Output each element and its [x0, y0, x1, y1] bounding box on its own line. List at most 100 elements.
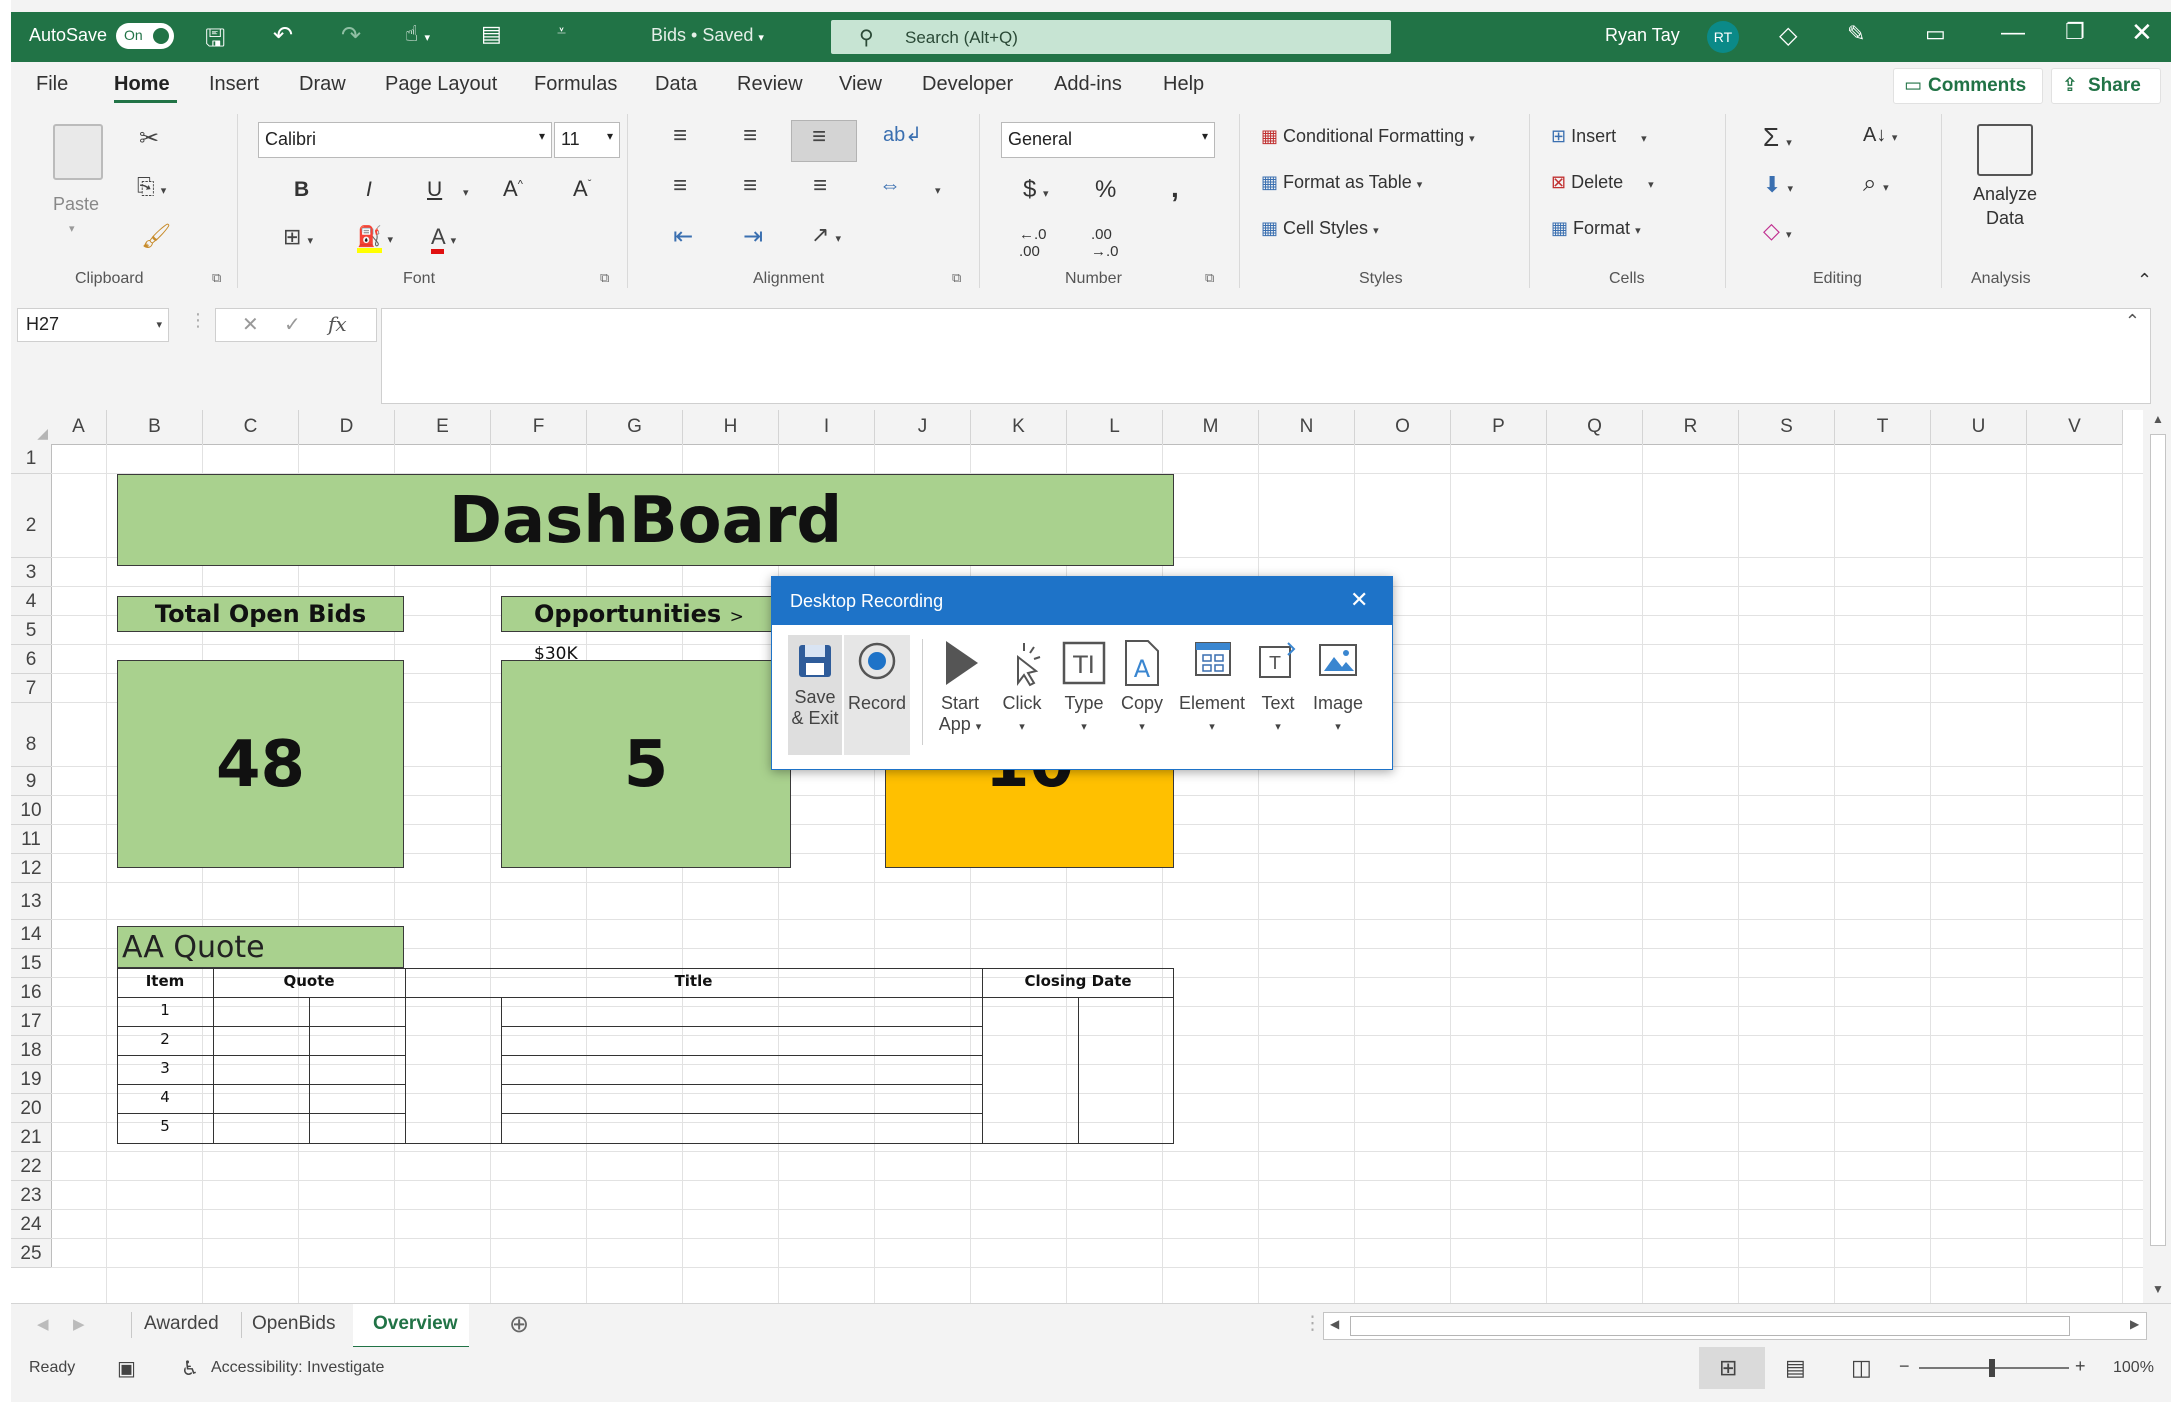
- image-button[interactable]: Image ▾: [1308, 635, 1368, 755]
- customize-qat-icon[interactable]: ⩡: [557, 23, 566, 41]
- paste-dropdown-icon[interactable]: ▾: [69, 222, 75, 235]
- table-row-item[interactable]: 1: [117, 1001, 213, 1019]
- percent-icon[interactable]: %: [1095, 176, 1116, 204]
- format-cells-button[interactable]: ▦ Format ▾: [1551, 218, 1641, 239]
- table-header-title[interactable]: Title: [405, 972, 982, 990]
- row-header-7[interactable]: 7: [11, 674, 52, 703]
- insert-function-icon[interactable]: fx: [328, 312, 347, 336]
- italic-button[interactable]: I: [366, 178, 372, 202]
- minimize-icon[interactable]: —: [2001, 19, 2025, 47]
- start-app-button[interactable]: Start App ▾: [930, 635, 990, 755]
- copy-button[interactable]: A Copy ▾: [1112, 635, 1172, 755]
- column-header-u[interactable]: U: [1931, 410, 2027, 445]
- menu-add-ins[interactable]: Add-ins: [1054, 73, 1122, 96]
- form-icon[interactable]: ▤: [481, 21, 502, 47]
- row-header-22[interactable]: 22: [11, 1152, 52, 1181]
- row-header-10[interactable]: 10: [11, 796, 52, 825]
- expand-formula-icon[interactable]: ⌃: [2125, 311, 2140, 332]
- comma-style-icon[interactable]: ,: [1171, 172, 1179, 204]
- paste-icon[interactable]: [53, 124, 103, 180]
- zoom-level[interactable]: 100%: [2113, 1359, 2154, 1377]
- restore-icon[interactable]: ❐: [2065, 19, 2085, 45]
- row-header-24[interactable]: 24: [11, 1210, 52, 1239]
- column-header-d[interactable]: D: [299, 410, 395, 445]
- fill-icon[interactable]: ⬇ ▾: [1763, 172, 1793, 198]
- avatar[interactable]: RT: [1707, 21, 1739, 53]
- merge-dropdown-icon[interactable]: ▾: [935, 184, 941, 197]
- menu-help[interactable]: Help: [1163, 73, 1204, 96]
- increase-decimal-icon[interactable]: ←.0.00: [1019, 226, 1047, 260]
- menu-draw[interactable]: Draw: [299, 73, 346, 96]
- menu-file[interactable]: File: [36, 73, 68, 96]
- align-center-icon[interactable]: ≡: [743, 172, 757, 200]
- autosave-toggle[interactable]: On: [116, 23, 174, 49]
- column-header-l[interactable]: L: [1067, 410, 1163, 445]
- column-header-j[interactable]: J: [875, 410, 971, 445]
- table-row-item[interactable]: 5: [117, 1117, 213, 1135]
- column-header-p[interactable]: P: [1451, 410, 1547, 445]
- wrap-text-icon[interactable]: ab↲: [883, 122, 922, 147]
- column-header-k[interactable]: K: [971, 410, 1067, 445]
- orientation-icon[interactable]: ↗ ▾: [811, 222, 841, 248]
- touch-mode-icon[interactable]: ☝ ▾: [405, 21, 430, 47]
- column-header-i[interactable]: I: [779, 410, 875, 445]
- vertical-scroll-thumb[interactable]: [2150, 434, 2166, 1246]
- column-header-r[interactable]: R: [1643, 410, 1739, 445]
- shrink-font-icon[interactable]: Aˇ: [573, 176, 591, 202]
- sort-filter-icon[interactable]: A↓ ▾: [1863, 124, 1897, 147]
- horizontal-scroll-thumb[interactable]: [1350, 1316, 2070, 1336]
- page-layout-view-icon[interactable]: ▤: [1785, 1355, 1806, 1381]
- column-header-n[interactable]: N: [1259, 410, 1355, 445]
- accessibility-status[interactable]: Accessibility: Investigate: [211, 1359, 384, 1377]
- column-header-v[interactable]: V: [2027, 410, 2123, 445]
- conditional-formatting-button[interactable]: ▦ Conditional Formatting ▾: [1261, 126, 1475, 147]
- table-row-item[interactable]: 4: [117, 1088, 213, 1106]
- save-exit-button[interactable]: Save & Exit: [788, 635, 842, 755]
- tab-split-grip-icon[interactable]: ⋮: [1303, 1312, 1322, 1335]
- align-left-icon[interactable]: ≡: [673, 172, 687, 200]
- alignment-launcher-icon[interactable]: ⧉: [952, 270, 961, 286]
- sheet-tab-awarded[interactable]: Awarded: [144, 1313, 219, 1335]
- increase-indent-icon[interactable]: ⇥: [743, 222, 763, 251]
- next-sheet-icon[interactable]: ▶: [73, 1315, 85, 1333]
- pen-icon[interactable]: ✎: [1847, 21, 1865, 47]
- menu-developer[interactable]: Developer: [922, 73, 1013, 96]
- aa-quote-title[interactable]: AA Quote: [117, 926, 404, 968]
- bold-button[interactable]: B: [294, 178, 309, 202]
- vertical-scrollbar[interactable]: ▲ ▼: [2145, 410, 2171, 1303]
- middle-align-icon[interactable]: ≡: [743, 122, 757, 150]
- undo-icon[interactable]: ↶: [273, 21, 293, 50]
- total-open-bids-value[interactable]: 48: [117, 660, 404, 868]
- row-header-11[interactable]: 11: [11, 825, 52, 854]
- number-format-select[interactable]: General ▾: [1001, 122, 1215, 158]
- menu-page-layout[interactable]: Page Layout: [385, 73, 497, 96]
- accessibility-icon[interactable]: ♿: [181, 1356, 199, 1381]
- grow-font-icon[interactable]: A^: [503, 176, 523, 202]
- save-icon[interactable]: 🖫: [205, 21, 225, 62]
- menu-view[interactable]: View: [839, 73, 882, 96]
- row-header-2[interactable]: 2: [11, 474, 52, 558]
- table-header-quote[interactable]: Quote: [213, 972, 405, 990]
- dialog-close-icon[interactable]: ✕: [1350, 587, 1368, 613]
- scroll-up-icon[interactable]: ▲: [2152, 412, 2164, 426]
- decrease-decimal-icon[interactable]: .00 →.0: [1091, 226, 1119, 260]
- macro-recording-icon[interactable]: ▣: [117, 1356, 136, 1381]
- column-header-h[interactable]: H: [683, 410, 779, 445]
- row-header-4[interactable]: 4: [11, 587, 52, 616]
- total-open-bids-label[interactable]: Total Open Bids: [117, 596, 404, 632]
- row-header-5[interactable]: 5: [11, 616, 52, 645]
- column-header-g[interactable]: G: [587, 410, 683, 445]
- document-title[interactable]: Bids • Saved ▾: [651, 25, 764, 46]
- zoom-out-icon[interactable]: −: [1899, 1356, 1910, 1377]
- row-header-8[interactable]: 8: [11, 703, 52, 767]
- row-header-19[interactable]: 19: [11, 1065, 52, 1094]
- scroll-right-icon[interactable]: ▶: [2130, 1317, 2139, 1331]
- share-button[interactable]: ⇪ Share: [2051, 68, 2161, 104]
- menu-home[interactable]: Home: [114, 73, 170, 96]
- menu-formulas[interactable]: Formulas: [534, 73, 617, 96]
- column-header-q[interactable]: Q: [1547, 410, 1643, 445]
- click-dropdown-icon[interactable]: ▾: [992, 717, 1052, 738]
- zoom-slider-thumb[interactable]: [1989, 1359, 1995, 1377]
- column-header-t[interactable]: T: [1835, 410, 1931, 445]
- number-launcher-icon[interactable]: ⧉: [1205, 270, 1214, 286]
